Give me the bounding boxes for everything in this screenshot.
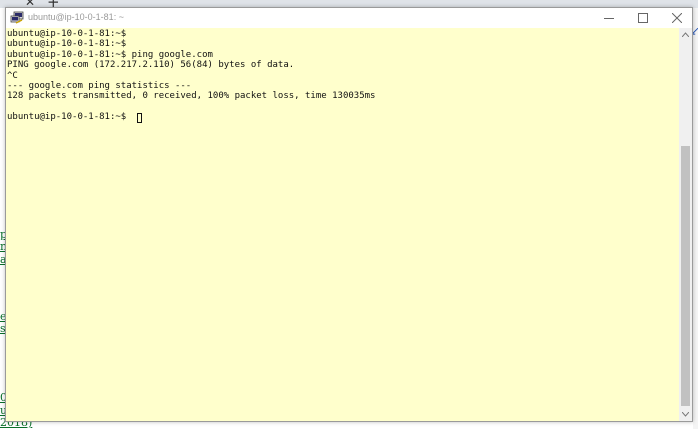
terminal-line: --- google.com ping statistics ---	[7, 81, 192, 91]
chevron-up-icon	[682, 32, 689, 37]
chevron-down-icon	[682, 412, 689, 417]
scrollbar-thumb[interactable]	[681, 146, 690, 406]
terminal-prompt-line: ubuntu@ip-10-0-1-81:~$	[7, 112, 132, 123]
terminal-cursor	[137, 112, 142, 123]
desktop: ✕ + ↙ p n at es s 0 u 2018) ubuntu@ip-10…	[0, 0, 698, 429]
scroll-up-button[interactable]	[679, 28, 692, 41]
terminal-line: 128 packets transmitted, 0 received, 100…	[7, 91, 376, 102]
close-button[interactable]	[661, 8, 693, 28]
terminal-area[interactable]: ubuntu@ip-10-0-1-81:~$ ubuntu@ip-10-0-1-…	[6, 28, 679, 421]
minimize-button[interactable]	[593, 8, 625, 28]
terminal-line: ^C	[7, 70, 18, 81]
terminal-line: ubuntu@ip-10-0-1-81:~$	[7, 29, 127, 39]
terminal-line: ubuntu@ip-10-0-1-81:~$ ping google.com	[7, 49, 213, 60]
background-right-edge	[693, 8, 698, 429]
maximize-icon	[638, 13, 648, 23]
scroll-down-button[interactable]	[679, 408, 692, 421]
close-icon	[672, 13, 682, 23]
terminal-line: ubuntu@ip-10-0-1-81:~$	[7, 39, 127, 50]
maximize-button[interactable]	[627, 8, 659, 28]
terminal-line: PING google.com (172.217.2.110) 56(84) b…	[7, 60, 295, 71]
putty-window: ubuntu@ip-10-0-1-81: ~ ubuntu@ip-10-0-1-…	[5, 7, 693, 422]
window-title: ubuntu@ip-10-0-1-81: ~	[28, 12, 124, 22]
putty-icon	[10, 11, 24, 24]
vertical-scrollbar[interactable]	[679, 28, 692, 421]
title-bar[interactable]: ubuntu@ip-10-0-1-81: ~	[6, 8, 692, 28]
minimize-icon	[604, 18, 614, 19]
